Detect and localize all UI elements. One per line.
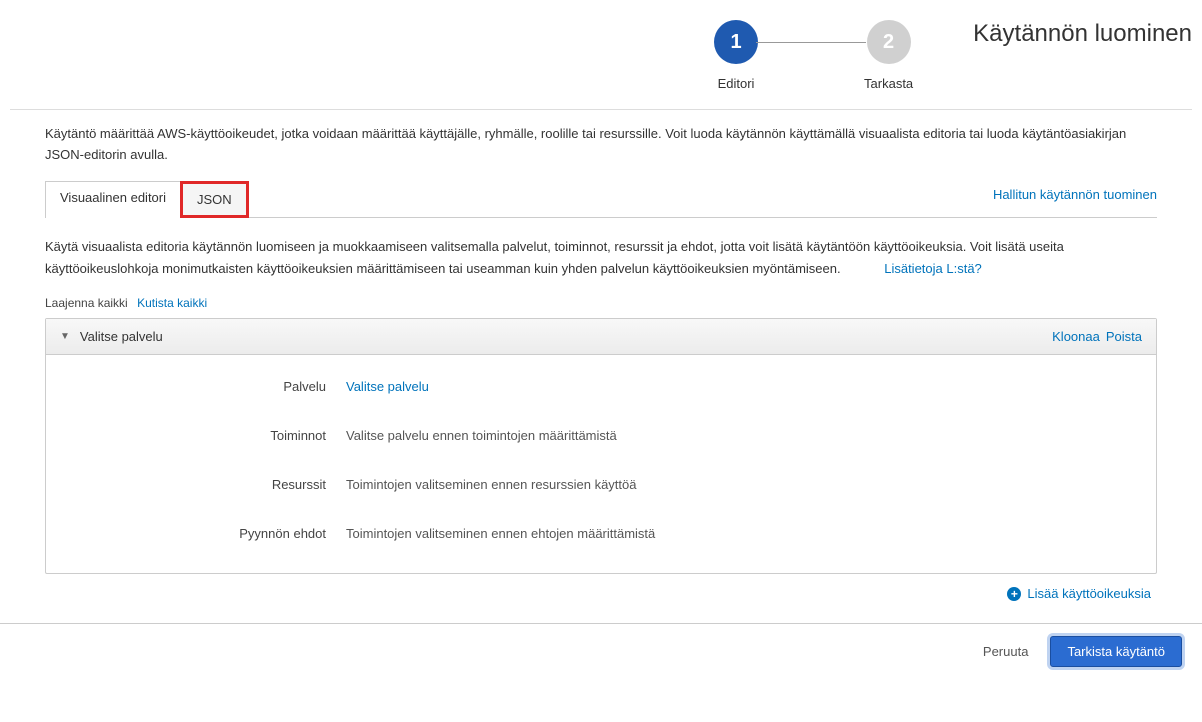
tabs-row: Visuaalinen editori JSON Hallitun käytän… bbox=[45, 180, 1157, 218]
resources-value: Toimintojen valitseminen ennen resurssie… bbox=[346, 477, 637, 492]
step-2-circle: 2 bbox=[867, 20, 911, 64]
permission-block-title: Valitse palvelu bbox=[80, 329, 163, 344]
add-permissions-label: Lisää käyttöoikeuksia bbox=[1027, 586, 1151, 601]
remove-link[interactable]: Poista bbox=[1106, 329, 1142, 344]
expand-collapse-controls: Laajenna kaikki Kutista kaikki bbox=[45, 296, 1157, 310]
permission-block-body: Palvelu Valitse palvelu Toiminnot Valits… bbox=[46, 355, 1156, 573]
permission-block: ▼ Valitse palvelu Kloonaa Poista Palvelu… bbox=[45, 318, 1157, 574]
plus-circle-icon: + bbox=[1007, 587, 1021, 601]
footer-bar: Peruuta Tarkista käytäntö bbox=[0, 623, 1202, 679]
policy-description: Käytäntö määrittää AWS-käyttöoikeudet, j… bbox=[45, 124, 1157, 166]
step-2[interactable]: 2 Tarkasta bbox=[864, 20, 913, 91]
tab-json[interactable]: JSON bbox=[180, 181, 249, 218]
service-value-link[interactable]: Valitse palvelu bbox=[346, 379, 429, 394]
row-service: Palvelu Valitse palvelu bbox=[66, 379, 1136, 394]
review-policy-button[interactable]: Tarkista käytäntö bbox=[1050, 636, 1182, 667]
step-1[interactable]: 1 Editori bbox=[714, 20, 758, 91]
actions-value: Valitse palvelu ennen toimintojen määrit… bbox=[346, 428, 617, 443]
row-actions: Toiminnot Valitse palvelu ennen toiminto… bbox=[66, 428, 1136, 443]
page-title: Käytännön luominen bbox=[973, 20, 1192, 48]
conditions-label: Pyynnön ehdot bbox=[66, 526, 346, 541]
row-conditions: Pyynnön ehdot Toimintojen valitseminen e… bbox=[66, 526, 1136, 541]
step-connector bbox=[756, 42, 866, 43]
row-resources: Resurssit Toimintojen valitseminen ennen… bbox=[66, 477, 1136, 492]
learn-more-link[interactable]: Lisätietoja L:stä? bbox=[884, 261, 982, 276]
import-managed-policy-link[interactable]: Hallitun käytännön tuominen bbox=[993, 187, 1157, 210]
conditions-value: Toimintojen valitseminen ennen ehtojen m… bbox=[346, 526, 655, 541]
tab-visual-editor[interactable]: Visuaalinen editori bbox=[45, 181, 181, 218]
divider bbox=[10, 109, 1192, 110]
expand-all-link[interactable]: Laajenna kaikki bbox=[45, 296, 128, 310]
visual-editor-help: Käytä visuaalista editoria käytännön luo… bbox=[45, 236, 1157, 280]
cancel-button[interactable]: Peruuta bbox=[975, 638, 1037, 665]
wizard-steps: 1 Editori 2 Tarkasta bbox=[714, 20, 913, 91]
permission-block-header[interactable]: ▼ Valitse palvelu Kloonaa Poista bbox=[46, 319, 1156, 355]
service-label: Palvelu bbox=[66, 379, 346, 394]
editor-tabs: Visuaalinen editori JSON bbox=[45, 180, 248, 217]
actions-label: Toiminnot bbox=[66, 428, 346, 443]
step-2-label: Tarkasta bbox=[864, 76, 913, 91]
resources-label: Resurssit bbox=[66, 477, 346, 492]
page-header: 1 Editori 2 Tarkasta Käytännön luominen bbox=[10, 0, 1192, 101]
collapse-all-link[interactable]: Kutista kaikki bbox=[137, 296, 207, 310]
step-1-circle: 1 bbox=[714, 20, 758, 64]
step-1-label: Editori bbox=[718, 76, 755, 91]
add-permissions-link[interactable]: + Lisää käyttöoikeuksia bbox=[1007, 586, 1151, 601]
add-permissions-row: + Lisää käyttöoikeuksia bbox=[45, 586, 1157, 602]
clone-link[interactable]: Kloonaa bbox=[1052, 329, 1100, 344]
chevron-down-icon: ▼ bbox=[60, 331, 70, 342]
